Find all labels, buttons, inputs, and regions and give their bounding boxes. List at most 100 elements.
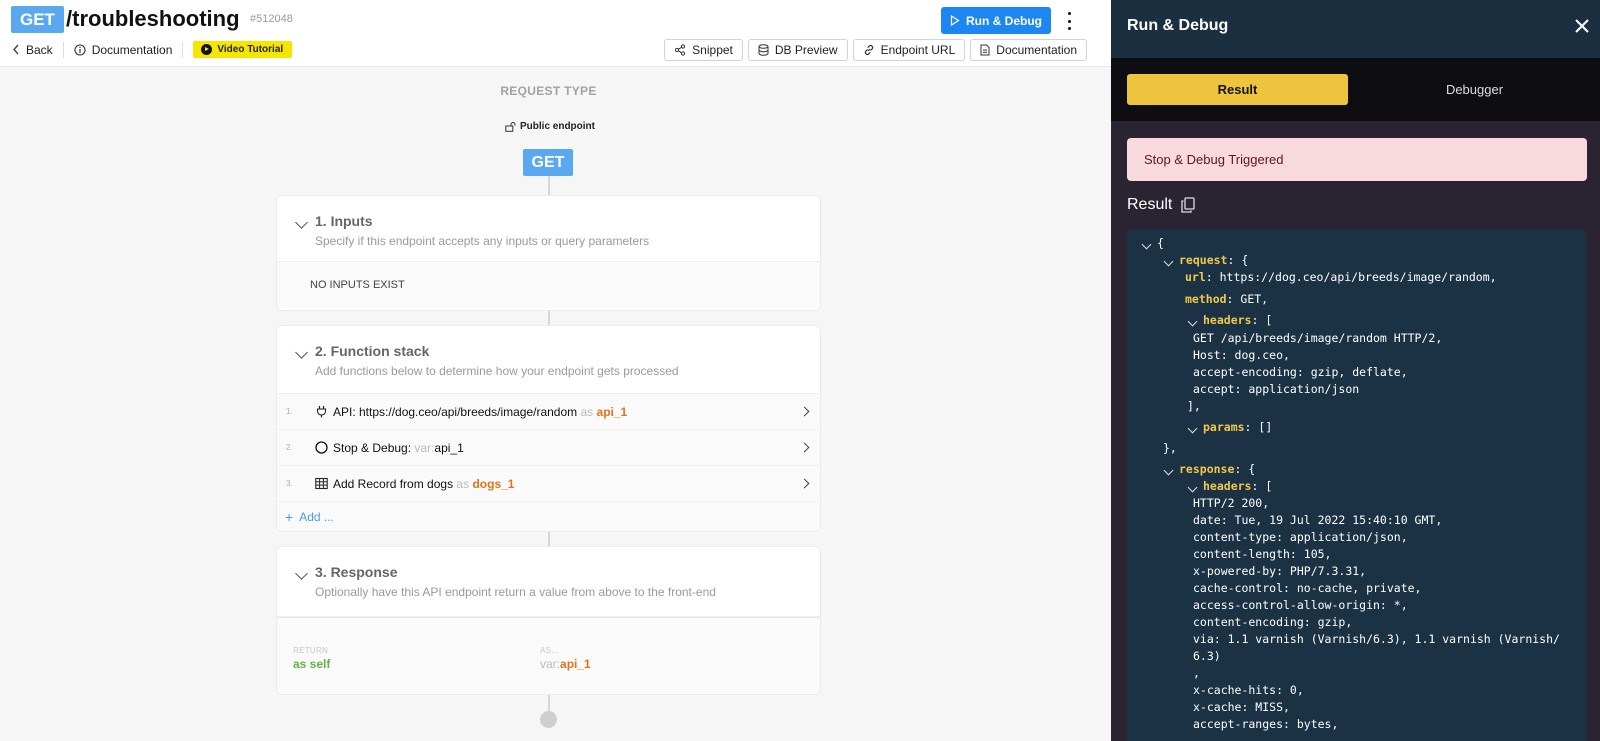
run-debug-button[interactable]: Run & Debug <box>941 7 1051 34</box>
panel-header: Run & Debug <box>1111 0 1600 58</box>
function-stack-description: Add functions below to determine how you… <box>315 364 679 378</box>
public-endpoint-toggle[interactable]: Public endpoint <box>505 121 595 132</box>
panel-tabs: Result Debugger <box>1111 58 1600 121</box>
chevron-down-icon <box>295 346 308 359</box>
video-tutorial-button[interactable]: Video Tutorial <box>193 41 293 58</box>
json-line: via: 1.1 varnish (Varnish/6.3), 1.1 varn… <box>1193 632 1560 646</box>
public-endpoint-label: Public endpoint <box>520 121 595 132</box>
plug-icon <box>316 406 327 418</box>
json-line: content-encoding: gzip, <box>1193 615 1353 629</box>
json-line: 6.3) <box>1193 649 1221 663</box>
plus-icon: + <box>285 508 294 525</box>
chevron-down-icon[interactable] <box>1187 482 1198 493</box>
as-value: var:api_1 <box>540 657 591 671</box>
function-stack-card: 2. Function stack Add functions below to… <box>276 325 821 532</box>
function-text: Add Record from dogs as dogs_1 <box>333 477 514 491</box>
back-link[interactable]: Back <box>12 43 53 57</box>
function-stack-header[interactable]: 2. Function stack Add functions below to… <box>277 326 820 394</box>
table-name: dogs <box>427 476 454 491</box>
chevron-down-icon[interactable] <box>1187 316 1198 327</box>
json-key: headers <box>1203 313 1252 327</box>
json-line: accept-ranges: bytes, <box>1193 717 1339 731</box>
documentation-tool-button[interactable]: Documentation <box>970 39 1087 61</box>
endpoint-title: /troubleshooting <box>66 6 240 31</box>
chevron-left-icon <box>13 44 19 55</box>
json-key: response <box>1179 462 1235 476</box>
tab-debugger[interactable]: Debugger <box>1364 74 1585 105</box>
json-line: x-powered-by: PHP/7.3.31, <box>1193 564 1367 578</box>
json-key: url <box>1185 270 1206 284</box>
json-line: date: Tue, 19 Jul 2022 15:40:10 GMT, <box>1193 513 1443 527</box>
json-value: : GET, <box>1226 292 1269 306</box>
json-line: headers: [ <box>1203 478 1272 495</box>
add-function-button[interactable]: + Add ... <box>277 502 820 531</box>
target-variable: dogs_1 <box>472 476 515 491</box>
json-value: : { <box>1234 462 1256 476</box>
stop-debug-alert: Stop & Debug Triggered <box>1127 138 1587 181</box>
snippet-label: Snippet <box>692 43 733 57</box>
json-line: access-control-allow-origin: *, <box>1193 598 1408 612</box>
function-number: 1. <box>286 407 293 416</box>
request-type-label: REQUEST TYPE <box>500 84 597 98</box>
snippet-button[interactable]: Snippet <box>664 39 743 61</box>
response-title: 3. Response <box>315 564 398 580</box>
json-line: content-type: application/json, <box>1193 530 1408 544</box>
inputs-description: Specify if this endpoint accepts any inp… <box>315 234 650 248</box>
video-tutorial-label: Video Tutorial <box>217 44 284 55</box>
chevron-down-icon[interactable] <box>1163 256 1174 267</box>
function-label: Add Record from <box>333 476 424 491</box>
response-return-row[interactable]: RETURN as self AS... var:api_1 <box>277 617 820 694</box>
db-preview-label: DB Preview <box>774 43 838 57</box>
json-value: : [ <box>1251 479 1273 493</box>
info-icon <box>74 43 86 56</box>
function-item-add-record[interactable]: 3. Add Record from dogs as dogs_1 <box>277 466 820 502</box>
chevron-down-icon[interactable] <box>1163 465 1174 476</box>
copy-icon[interactable] <box>1181 197 1196 213</box>
json-line: x-cache: MISS, <box>1193 700 1290 714</box>
toolbar: Snippet DB Preview Endpoint URL Document… <box>664 39 1087 61</box>
json-key: headers <box>1203 479 1252 493</box>
json-line: content-length: 105, <box>1193 547 1332 561</box>
json-value: : [] <box>1244 420 1273 434</box>
circle-stop-icon <box>315 441 328 454</box>
response-description: Optionally have this API endpoint return… <box>315 585 716 599</box>
json-result-viewer: { request: { url: https://dog.ceo/api/br… <box>1127 229 1586 741</box>
close-icon[interactable] <box>1573 17 1591 35</box>
flow-connector <box>548 176 550 196</box>
db-preview-button[interactable]: DB Preview <box>747 39 848 61</box>
function-item-stop-debug[interactable]: 2. Stop & Debug: var:api_1 <box>277 430 820 466</box>
chevron-down-icon <box>295 216 308 229</box>
json-line: { <box>1157 236 1164 250</box>
return-variable: api_1 <box>560 657 591 671</box>
response-header[interactable]: 3. Response Optionally have this API end… <box>277 547 820 617</box>
method-badge: GET <box>11 6 64 33</box>
json-line: Host: dog.ceo, <box>1193 348 1290 362</box>
json-line: response: { <box>1179 461 1255 478</box>
json-value: : [ <box>1251 313 1273 327</box>
json-line: , <box>1193 666 1200 680</box>
function-label: Stop & Debug: <box>333 440 412 455</box>
no-inputs-message: NO INPUTS EXIST <box>277 262 820 308</box>
add-function-label: Add ... <box>299 509 334 524</box>
as-caption: AS... <box>540 646 559 655</box>
function-item-api[interactable]: 1. API: https://dog.ceo/api/breeds/image… <box>277 394 820 430</box>
tab-result[interactable]: Result <box>1127 74 1348 105</box>
documentation-link[interactable]: Documentation <box>74 43 172 57</box>
endpoint-url-button[interactable]: Endpoint URL <box>852 39 966 61</box>
response-card: 3. Response Optionally have this API end… <box>276 546 821 695</box>
chevron-down-icon[interactable] <box>1141 239 1152 250</box>
target-variable: api_1 <box>596 404 628 419</box>
endpoint-url-label: Endpoint URL <box>880 43 956 57</box>
get-method-pill[interactable]: GET <box>523 149 573 176</box>
function-label: API: https://dog.ceo/api/breeds/image/ra… <box>333 404 578 419</box>
flow-end-dot <box>540 711 557 728</box>
chevron-down-icon[interactable] <box>1187 423 1198 434</box>
as-keyword: as <box>456 476 470 491</box>
play-icon <box>201 44 213 55</box>
json-line: request: { <box>1179 252 1248 269</box>
inputs-header[interactable]: 1. Inputs Specify if this endpoint accep… <box>277 196 820 262</box>
inputs-card: 1. Inputs Specify if this endpoint accep… <box>276 195 821 311</box>
return-value: as self <box>293 657 331 671</box>
more-menu-icon[interactable] <box>1064 10 1074 32</box>
json-line: accept-encoding: gzip, deflate, <box>1193 365 1408 379</box>
